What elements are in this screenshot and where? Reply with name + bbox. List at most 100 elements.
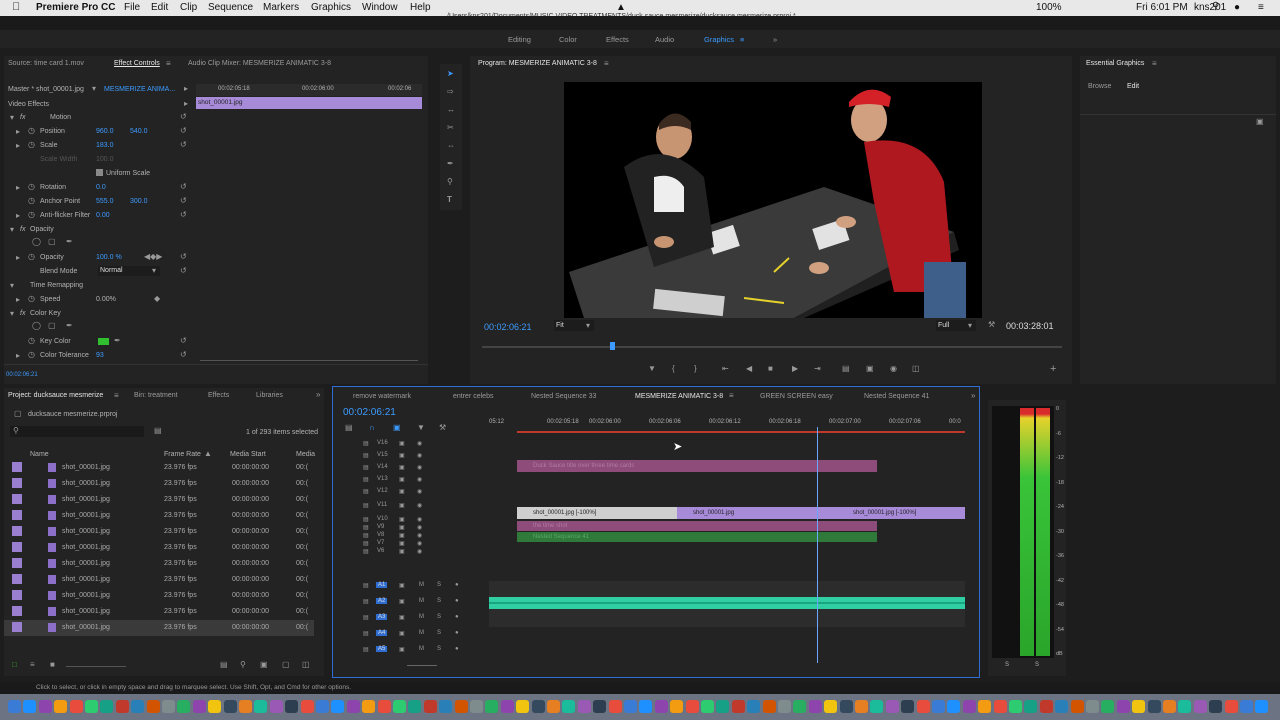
sync-lock-icon[interactable]: ▣ bbox=[399, 502, 405, 509]
tab-nested-sequence-33[interactable]: Nested Sequence 33 bbox=[531, 393, 596, 400]
dock-app-icon[interactable] bbox=[993, 700, 1007, 713]
key-color-swatch[interactable] bbox=[98, 338, 109, 345]
tab-bin-treatment[interactable]: Bin: treatment bbox=[134, 392, 178, 399]
rotation-value[interactable]: 0.0 bbox=[96, 184, 106, 191]
track-lock-icon[interactable]: ▤ bbox=[363, 598, 369, 605]
clip-color-label-icon[interactable] bbox=[12, 494, 22, 504]
dock-app-icon[interactable] bbox=[901, 700, 915, 713]
sequence-clip-label[interactable]: MESMERIZE ANIMA... bbox=[104, 86, 175, 93]
zoom-slider[interactable] bbox=[66, 666, 126, 667]
reset-icon[interactable]: ↺ bbox=[180, 337, 187, 345]
position-x-value[interactable]: 960.0 bbox=[96, 128, 114, 135]
stopwatch-icon[interactable]: ◷ bbox=[28, 351, 35, 359]
microphone-icon[interactable]: ● bbox=[455, 598, 459, 604]
color-tolerance-value[interactable]: 93 bbox=[96, 352, 104, 359]
dock-app-icon[interactable] bbox=[1209, 700, 1223, 713]
tab-entrer-celebs[interactable]: entrer celebs bbox=[453, 393, 493, 400]
overflow-icon[interactable]: » bbox=[971, 392, 975, 400]
dock-app-icon[interactable] bbox=[1070, 700, 1084, 713]
dock-app-icon[interactable] bbox=[192, 700, 206, 713]
workspace-editing[interactable]: Editing bbox=[508, 35, 531, 44]
dock-app-icon[interactable] bbox=[870, 700, 884, 713]
table-row[interactable]: shot_00001.jpg 23.976 fps 00:00:00:00 00:( bbox=[4, 460, 314, 476]
dock-app-icon[interactable] bbox=[393, 700, 406, 713]
dock-app-icon[interactable] bbox=[562, 700, 576, 713]
selection-tool-icon[interactable]: ➤ bbox=[447, 70, 454, 78]
track-name[interactable]: A5 bbox=[376, 646, 388, 652]
solo-icon[interactable]: S bbox=[437, 598, 441, 604]
clip-color-label-icon[interactable] bbox=[12, 526, 22, 536]
track-name[interactable]: A1 bbox=[376, 582, 388, 588]
scale-value[interactable]: 183.0 bbox=[96, 142, 114, 149]
anchor-x-value[interactable]: 555.0 bbox=[96, 198, 114, 205]
position-y-value[interactable]: 540.0 bbox=[130, 128, 148, 135]
sync-lock-icon[interactable]: ▣ bbox=[399, 582, 405, 589]
tab-remove-watermark[interactable]: remove watermark bbox=[353, 393, 411, 400]
audio-track-header[interactable]: ▤ A5 ▣ M S ● bbox=[333, 643, 473, 657]
rectangle-mask-icon[interactable]: ▢ bbox=[48, 322, 56, 330]
dock-app-icon[interactable] bbox=[300, 700, 314, 713]
panel-menu-icon[interactable]: ≡ bbox=[729, 392, 734, 400]
eye-icon[interactable]: ◉ bbox=[417, 440, 422, 447]
add-marker-icon[interactable]: ▼ bbox=[648, 365, 656, 373]
track-lock-icon[interactable]: ▤ bbox=[363, 488, 369, 495]
wrench-icon[interactable]: ⚒ bbox=[988, 321, 995, 329]
dock-app-icon[interactable] bbox=[500, 700, 514, 713]
table-row[interactable]: shot_00001.jpg 23.976 fps 00:00:00:00 00:( bbox=[4, 524, 314, 540]
tab-mesmerize-animatic[interactable]: MESMERIZE ANIMATIC 3-8 bbox=[635, 393, 723, 400]
microphone-icon[interactable]: ● bbox=[455, 614, 459, 620]
trash-icon[interactable]: ◫ bbox=[302, 661, 310, 669]
eye-icon[interactable]: ◉ bbox=[417, 476, 422, 483]
eye-icon[interactable]: ◉ bbox=[417, 548, 422, 555]
mark-out-icon[interactable]: } bbox=[694, 365, 697, 373]
sync-lock-icon[interactable]: ▣ bbox=[399, 646, 405, 653]
menu-sequence[interactable]: Sequence bbox=[208, 2, 253, 13]
dock-app-icon[interactable] bbox=[1193, 700, 1207, 713]
sync-lock-icon[interactable]: ▣ bbox=[399, 548, 405, 555]
dock-app-icon[interactable] bbox=[362, 700, 376, 713]
track-lock-icon[interactable]: ▤ bbox=[363, 452, 369, 459]
dock-app-icon[interactable] bbox=[962, 700, 976, 713]
new-bin-search-icon[interactable]: ▤ bbox=[154, 427, 162, 435]
fit-select[interactable]: Fit ▾ bbox=[554, 320, 594, 331]
dock-app-icon[interactable] bbox=[69, 700, 83, 713]
ellipse-mask-icon[interactable]: ◯ bbox=[32, 322, 41, 330]
dock-app-icon[interactable] bbox=[778, 700, 791, 713]
uniform-scale-checkbox[interactable] bbox=[96, 169, 103, 176]
find-icon[interactable]: ⚲ bbox=[240, 661, 246, 669]
panel-menu-icon[interactable]: ≡ bbox=[1152, 60, 1157, 68]
col-name[interactable]: Name bbox=[30, 451, 49, 458]
dock-app-icon[interactable] bbox=[131, 700, 145, 713]
app-menu[interactable]: Premiere Pro CC bbox=[36, 2, 115, 13]
dock-app-icon[interactable] bbox=[223, 700, 237, 713]
dock-app-icon[interactable] bbox=[23, 700, 37, 713]
reset-icon[interactable]: ↺ bbox=[180, 113, 187, 121]
dock-app-icon[interactable] bbox=[331, 700, 345, 713]
tab-audio-clip-mixer[interactable]: Audio Clip Mixer: MESMERIZE ANIMATIC 3-8 bbox=[188, 60, 331, 67]
list-view-icon[interactable]: ≡ bbox=[30, 661, 35, 669]
new-bin-icon[interactable]: ▣ bbox=[260, 661, 268, 669]
antiflicker-value[interactable]: 0.00 bbox=[96, 212, 110, 219]
col-media-start[interactable]: Media Start bbox=[230, 451, 266, 458]
workspace-effects[interactable]: Effects bbox=[606, 35, 629, 44]
mute-icon[interactable]: M bbox=[419, 630, 424, 636]
solo-icon[interactable]: S bbox=[437, 582, 441, 588]
dock-app-icon[interactable] bbox=[839, 700, 853, 713]
dock-app-icon[interactable] bbox=[38, 700, 52, 713]
program-scrub-bar[interactable] bbox=[482, 346, 1062, 348]
track-lock-icon[interactable]: ▤ bbox=[363, 464, 369, 471]
clip-color-label-icon[interactable] bbox=[12, 622, 22, 632]
stopwatch-icon[interactable]: ◷ bbox=[28, 183, 35, 191]
solo-icon[interactable]: S bbox=[437, 630, 441, 636]
program-timecode[interactable]: 00:02:06:21 bbox=[484, 322, 532, 332]
track-name[interactable]: A3 bbox=[376, 614, 388, 620]
tab-source[interactable]: Source: time card 1.mov bbox=[8, 60, 84, 67]
dock-app-icon[interactable] bbox=[932, 700, 945, 713]
disclosure-icon[interactable]: ▾ bbox=[10, 282, 14, 290]
stopwatch-icon[interactable]: ◷ bbox=[28, 295, 35, 303]
track-select-icon[interactable]: ⇨ bbox=[447, 88, 454, 96]
reset-icon[interactable]: ↺ bbox=[180, 127, 187, 135]
meter-solo-left[interactable]: S bbox=[1005, 662, 1009, 668]
panel-menu-icon[interactable]: ≡ bbox=[166, 60, 171, 68]
dock-app-icon[interactable] bbox=[855, 700, 868, 713]
